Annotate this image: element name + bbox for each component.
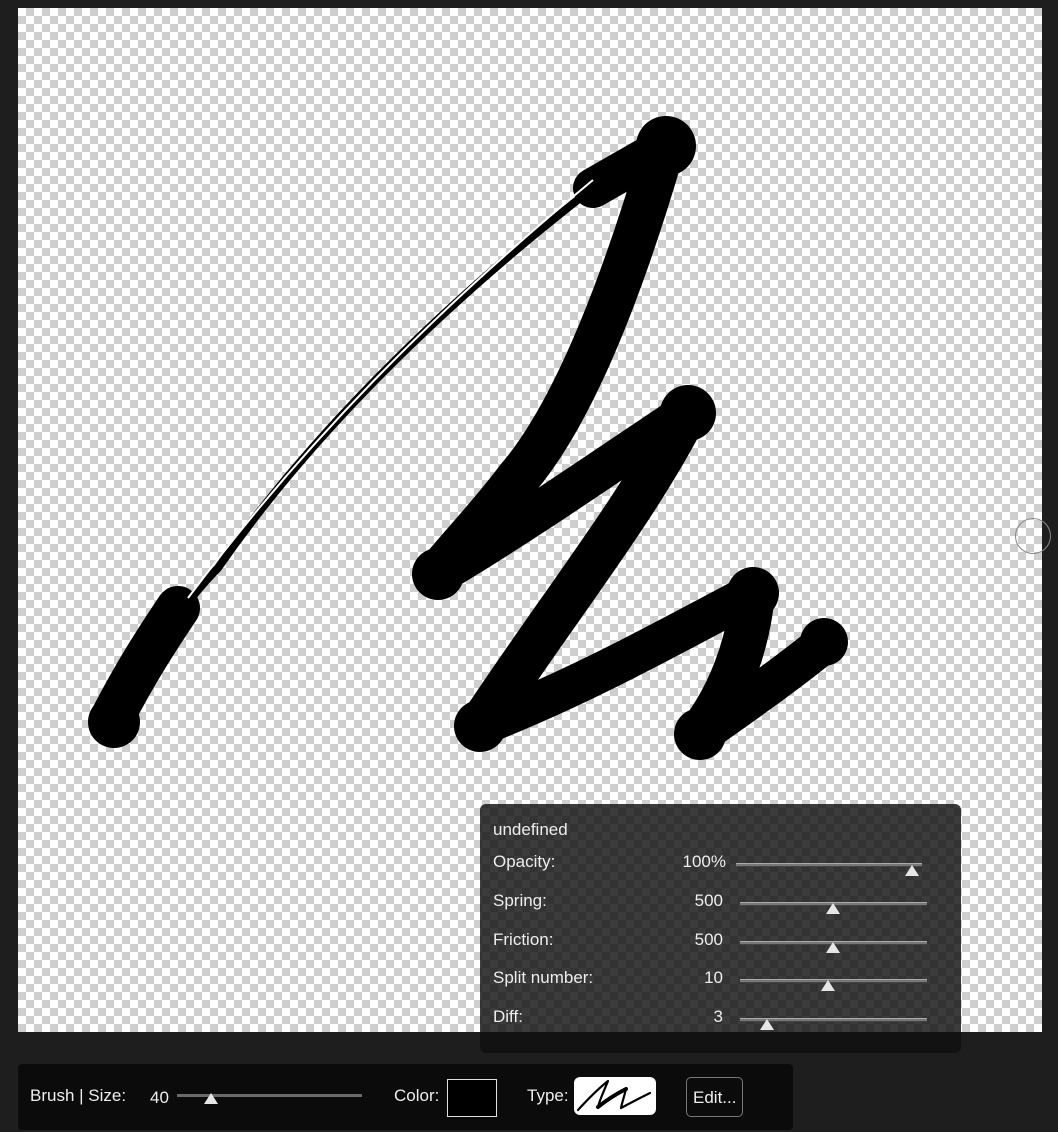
brush-type-icon — [576, 1079, 652, 1112]
size-slider-thumb[interactable] — [204, 1093, 218, 1104]
brush-cursor-circle — [1015, 518, 1051, 554]
diff-value: 3 — [713, 1007, 723, 1026]
opacity-label: Opacity: — [493, 852, 556, 871]
diff-slider-thumb[interactable] — [760, 1019, 774, 1030]
edit-button[interactable]: Edit... — [686, 1077, 743, 1117]
size-value: 40 — [150, 1088, 169, 1107]
friction-label: Friction: — [493, 930, 554, 949]
friction-value: 500 — [694, 930, 723, 949]
type-label: Type: — [527, 1086, 569, 1105]
color-swatch[interactable] — [447, 1079, 497, 1117]
opacity-slider-thumb[interactable] — [905, 865, 919, 876]
spring-label: Spring: — [493, 891, 547, 910]
spring-value: 500 — [694, 891, 723, 910]
friction-slider-thumb[interactable] — [826, 942, 840, 953]
spring-row: Spring: 500 — [480, 891, 961, 921]
split-number-row: Split number: 10 — [480, 968, 961, 998]
diff-label: Diff: — [493, 1007, 523, 1026]
brush-type-preview[interactable] — [574, 1077, 656, 1115]
panel-title: undefined — [493, 820, 568, 839]
brush-size-label: Brush | Size: — [30, 1086, 127, 1105]
friction-row: Friction: 500 — [480, 930, 961, 960]
brush-settings-panel: undefined Opacity: 100% Spring: 500 Fric… — [480, 804, 961, 1053]
brush-toolbar: Brush | Size: 40 Color: Type: Edit... — [18, 1064, 793, 1130]
opacity-row: Opacity: 100% — [480, 852, 961, 882]
split-number-label: Split number: — [493, 968, 594, 987]
opacity-slider[interactable] — [736, 863, 922, 867]
stroke-thin-curve — [108, 144, 662, 722]
split-number-value: 10 — [704, 968, 723, 987]
opacity-value: 100% — [682, 852, 726, 871]
spring-slider-thumb[interactable] — [826, 903, 840, 914]
diff-row: Diff: 3 — [480, 1007, 961, 1037]
color-label: Color: — [394, 1086, 440, 1105]
split-number-slider-thumb[interactable] — [821, 980, 835, 991]
